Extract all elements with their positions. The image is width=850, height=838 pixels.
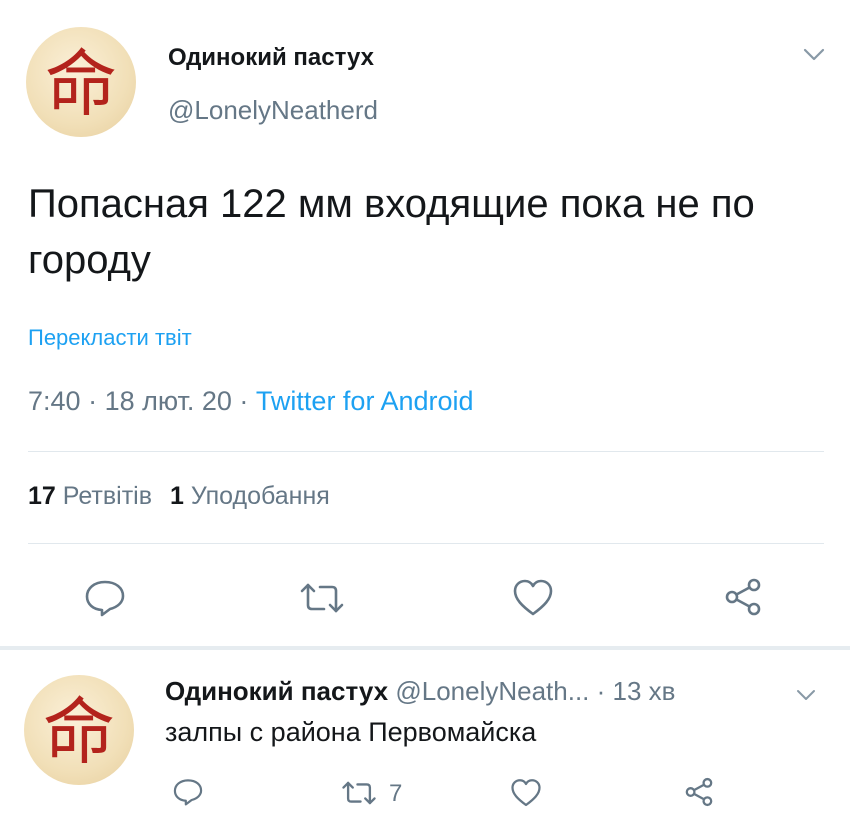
author-avatar[interactable]: 命	[26, 27, 136, 137]
likes-stat[interactable]: 1 Уподобання	[170, 482, 330, 510]
tweet-text: Попасная 122 мм входящие пока не по горо…	[28, 182, 755, 282]
meta-separator: ·	[231, 386, 256, 416]
retweets-label: Ретвітів	[62, 482, 152, 510]
divider	[28, 543, 824, 544]
reply-author-avatar[interactable]: 命	[24, 675, 134, 785]
reply-author-name[interactable]: Одинокий пастух	[165, 676, 388, 706]
reply-icon[interactable]	[83, 578, 127, 618]
author-name[interactable]: Одинокий пастух	[168, 44, 374, 72]
translate-link[interactable]: Перекласти твіт	[28, 325, 192, 351]
like-icon[interactable]	[510, 778, 542, 808]
chevron-down-icon[interactable]	[802, 46, 826, 64]
share-icon[interactable]	[683, 776, 715, 808]
reply-time[interactable]: · 13 хв	[597, 676, 676, 706]
avatar-glyph-image: 命	[45, 42, 117, 126]
retweets-stat[interactable]: 17 Ретвітів	[28, 482, 152, 510]
likes-count: 1	[170, 482, 184, 510]
tweet-source-link[interactable]: Twitter for Android	[256, 386, 474, 416]
reply-header: Одинокий пастух @LonelyNeath... · 13 хв	[165, 676, 675, 707]
avatar-glyph-image: 命	[43, 690, 115, 774]
retweet-icon[interactable]	[340, 779, 378, 807]
reply-text: залпы с района Первомайска	[165, 717, 537, 747]
likes-label: Уподобання	[190, 482, 330, 510]
svg-text:命: 命	[45, 42, 117, 126]
tweet-date: 18 лют. 20	[104, 386, 232, 416]
reply-retweet-count: 7	[389, 780, 403, 807]
share-icon[interactable]	[722, 576, 764, 618]
tweet-meta: 7:40 · 18 лют. 20 · Twitter for Android	[28, 386, 474, 417]
meta-separator: ·	[80, 386, 105, 416]
divider	[28, 451, 824, 452]
svg-text:命: 命	[43, 690, 115, 774]
reply-icon[interactable]	[172, 777, 204, 807]
tweet-time: 7:40	[28, 386, 81, 416]
tweet-stats: 17 Ретвітів 1 Уподобання	[28, 482, 330, 511]
retweets-count: 17	[28, 482, 56, 510]
retweet-icon[interactable]	[298, 580, 346, 616]
like-icon[interactable]	[512, 578, 554, 618]
reply-author-handle[interactable]: @LonelyNeath...	[395, 676, 589, 706]
author-handle[interactable]: @LonelyNeatherd	[168, 95, 378, 126]
chevron-down-icon[interactable]	[796, 688, 816, 702]
section-divider	[0, 646, 850, 650]
